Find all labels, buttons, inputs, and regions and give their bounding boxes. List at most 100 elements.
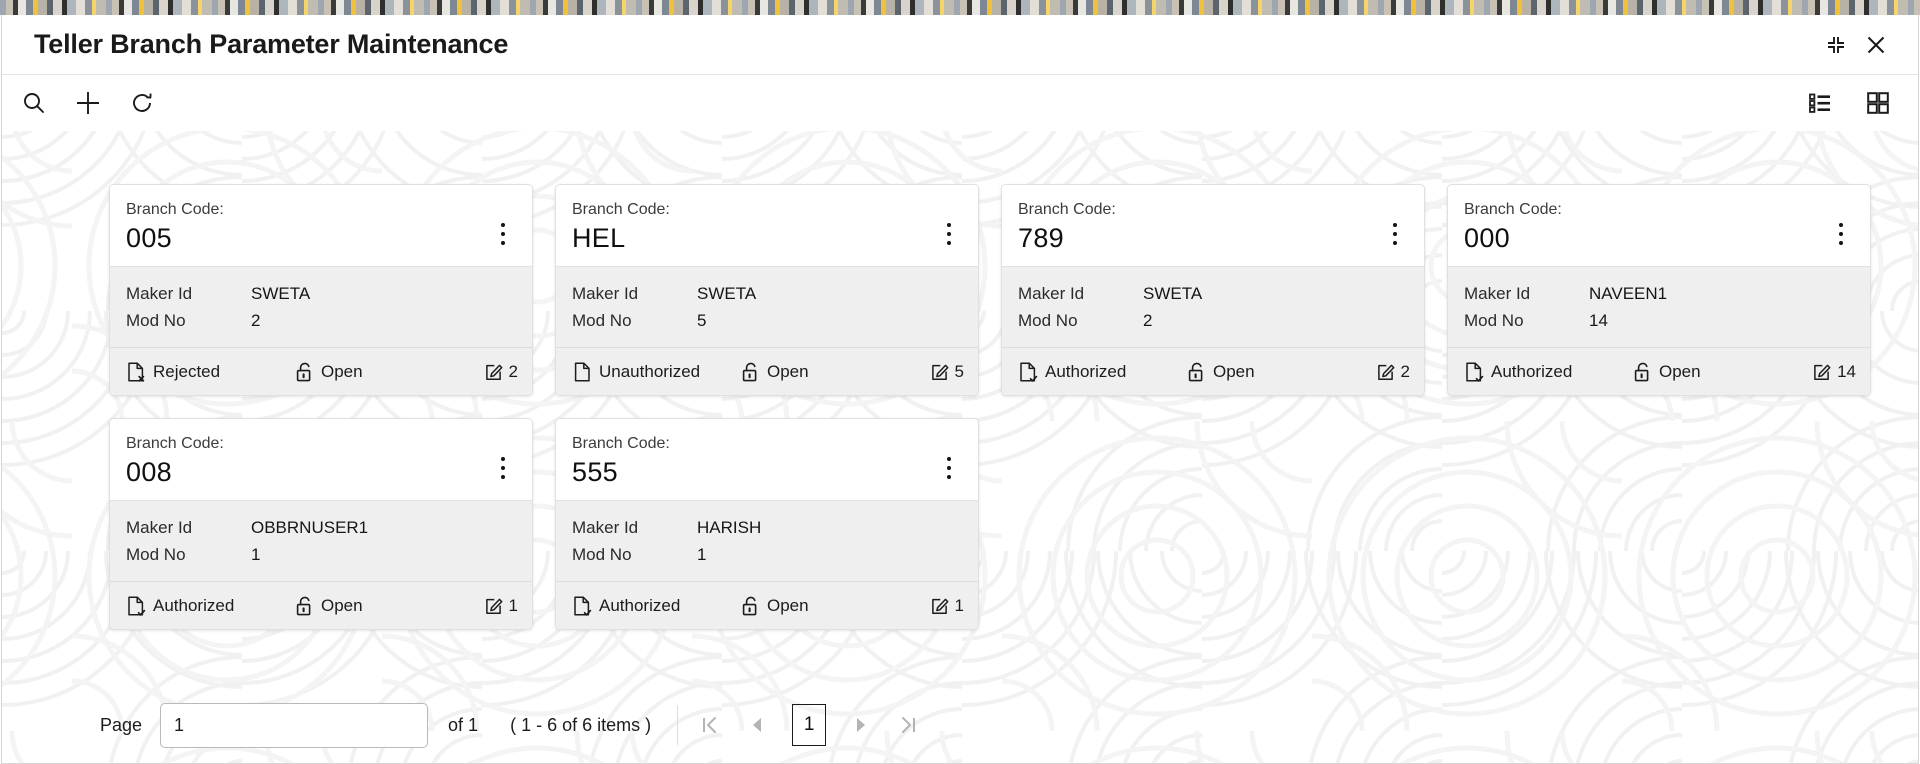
status-badge: Rejected xyxy=(126,361,294,383)
record-card[interactable]: Branch Code:000Maker IdNAVEEN1Mod No14Au… xyxy=(1447,184,1871,396)
maker-id-row: Maker IdNAVEEN1 xyxy=(1464,280,1854,307)
branch-code-label: Branch Code: xyxy=(126,199,490,220)
maker-id-row: Maker IdSWETA xyxy=(572,280,962,307)
document-check-icon xyxy=(1464,361,1484,383)
record-card-grid: Branch Code:005Maker IdSWETAMod No2Rejec… xyxy=(109,184,1888,630)
mod-no-value: 2 xyxy=(251,307,260,334)
lock-state-badge: Open xyxy=(294,361,484,383)
last-page-icon[interactable] xyxy=(884,703,932,747)
modification-count-badge: 5 xyxy=(930,361,964,382)
branch-code-value: HEL xyxy=(572,221,936,255)
card-footer: Authorized Open 1 xyxy=(556,581,978,629)
document-check-icon xyxy=(572,595,592,617)
card-body: Maker IdSWETAMod No2 xyxy=(110,266,532,347)
card-header-text: Branch Code:555 xyxy=(572,433,936,489)
collapse-corners-icon[interactable] xyxy=(1816,25,1856,65)
list-view-icon[interactable] xyxy=(1798,81,1842,125)
maker-id-row: Maker IdSWETA xyxy=(1018,280,1408,307)
card-header-text: Branch Code:789 xyxy=(1018,199,1382,255)
mod-no-value: 14 xyxy=(1589,307,1608,334)
maker-id-label: Maker Id xyxy=(1018,280,1143,307)
tile-view-icon[interactable] xyxy=(1856,81,1900,125)
edit-square-icon xyxy=(1812,361,1832,382)
record-card[interactable]: Branch Code:005 Maker IdSWETAMod No2 Rejec… xyxy=(109,184,533,396)
unlock-icon xyxy=(1632,361,1652,383)
lock-state-badge: Open xyxy=(1632,361,1812,383)
lock-state-badge: Open xyxy=(740,361,930,383)
previous-page-icon[interactable] xyxy=(734,703,782,747)
status-label: Authorized xyxy=(599,596,680,616)
record-card[interactable]: Branch Code:555Maker IdHARISHMod No1Auth… xyxy=(555,418,979,630)
branch-code-value: 008 xyxy=(126,455,490,489)
card-header: Branch Code:000 xyxy=(1448,185,1870,266)
more-options-icon[interactable] xyxy=(490,447,516,489)
pager-divider xyxy=(677,705,678,745)
edit-square-icon xyxy=(484,595,504,616)
lock-state-label: Open xyxy=(767,596,809,616)
maker-id-label: Maker Id xyxy=(126,280,251,307)
more-options-icon[interactable] xyxy=(936,213,962,255)
modification-count-label: 5 xyxy=(955,362,964,382)
lock-state-label: Open xyxy=(321,596,363,616)
card-body: Maker IdHARISHMod No1 xyxy=(556,500,978,581)
mod-no-label: Mod No xyxy=(126,307,251,334)
plus-icon[interactable] xyxy=(66,81,110,125)
modification-count-label: 1 xyxy=(955,596,964,616)
mod-no-row: Mod No1 xyxy=(572,541,962,568)
card-header: Branch Code:555 xyxy=(556,419,978,500)
status-label: Unauthorized xyxy=(599,362,700,382)
more-options-icon[interactable] xyxy=(1382,213,1408,255)
more-options-icon[interactable] xyxy=(936,447,962,489)
more-options-icon[interactable] xyxy=(1828,213,1854,255)
search-icon[interactable] xyxy=(12,81,56,125)
page-label: Page xyxy=(100,715,142,736)
card-header-text: Branch Code:005 xyxy=(126,199,490,255)
modification-count-label: 1 xyxy=(509,596,518,616)
toolbar xyxy=(2,75,1918,131)
close-icon[interactable] xyxy=(1856,25,1896,65)
record-card[interactable]: Branch Code:008Maker IdOBBRNUSER1Mod No1… xyxy=(109,418,533,630)
more-options-icon[interactable] xyxy=(490,213,516,255)
card-header: Branch Code:789 xyxy=(1002,185,1424,266)
unlock-icon xyxy=(740,595,760,617)
edit-square-icon xyxy=(930,595,950,616)
first-page-icon[interactable] xyxy=(686,703,734,747)
status-label: Authorized xyxy=(153,596,234,616)
maker-id-value: OBBRNUSER1 xyxy=(251,514,368,541)
unlock-icon xyxy=(294,361,314,383)
card-body: Maker IdNAVEEN1Mod No14 xyxy=(1448,266,1870,347)
mod-no-value: 1 xyxy=(251,541,260,568)
content-area: Branch Code:005Maker IdSWETAMod No2Rejec… xyxy=(2,131,1918,763)
toolbar-left-group xyxy=(12,81,164,125)
mod-no-value: 1 xyxy=(697,541,706,568)
maker-id-row: Maker IdOBBRNUSER1 xyxy=(126,514,516,541)
modal-window: Teller Branch Parameter Maintenance xyxy=(1,15,1919,764)
record-card[interactable]: Branch Code:789Maker IdSWETAMod No2Autho… xyxy=(1001,184,1425,396)
card-header: Branch Code:HEL xyxy=(556,185,978,266)
pager-current-page[interactable]: 1 xyxy=(792,704,826,746)
mod-no-label: Mod No xyxy=(126,541,251,568)
refresh-icon[interactable] xyxy=(120,81,164,125)
status-label: Rejected xyxy=(153,362,220,382)
card-footer: RejectedOpen2 xyxy=(110,347,532,395)
lock-state-badge: Open xyxy=(294,595,484,617)
mod-no-row: Mod No5 xyxy=(572,307,962,334)
maker-id-label: Maker Id xyxy=(572,514,697,541)
record-card[interactable]: Branch Code:HELMaker IdSWETAMod No5Unaut… xyxy=(555,184,979,396)
branch-code-value: 000 xyxy=(1464,221,1828,255)
edit-square-icon xyxy=(484,361,504,382)
page-number-input[interactable] xyxy=(160,703,428,748)
mod-no-label: Mod No xyxy=(572,307,697,334)
mod-no-label: Mod No xyxy=(1464,307,1589,334)
branch-code-label: Branch Code: xyxy=(572,199,936,220)
pager-nav: 1 xyxy=(686,703,932,747)
next-page-icon[interactable] xyxy=(836,703,884,747)
card-header: Branch Code:008 xyxy=(110,419,532,500)
card-body: Maker IdOBBRNUSER1Mod No1 xyxy=(110,500,532,581)
decorative-background-strip xyxy=(0,0,1920,15)
lock-state-label: Open xyxy=(767,362,809,382)
card-header-text: Branch Code:000 xyxy=(1464,199,1828,255)
total-pages-label: of 1 xyxy=(448,715,478,736)
document-check-icon xyxy=(126,595,146,617)
unlock-icon xyxy=(294,595,314,617)
